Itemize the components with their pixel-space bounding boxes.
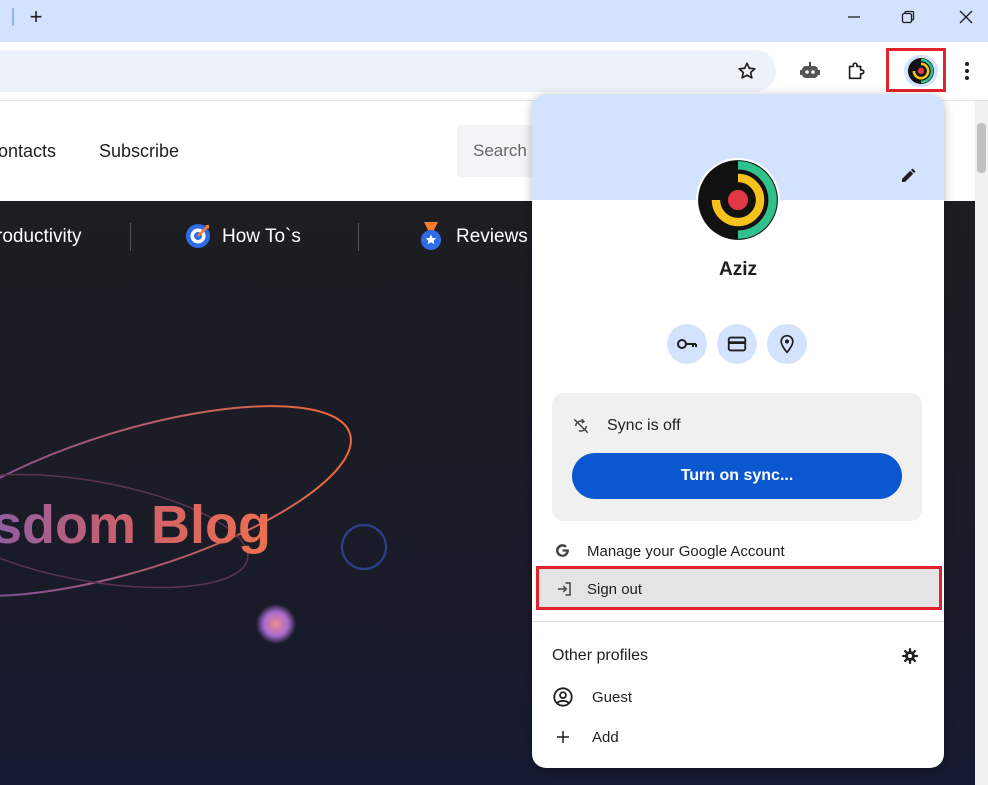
plus-icon — [557, 731, 569, 743]
profile-name: Aziz — [719, 259, 757, 280]
category-reviews-link[interactable]: Reviews — [456, 226, 528, 248]
hero-title: sdom Blog — [0, 494, 271, 556]
guest-profile-row[interactable]: Guest — [540, 680, 936, 714]
other-profiles-title: Other profiles — [552, 647, 649, 664]
category-productivity-link[interactable]: roductivity — [0, 226, 82, 248]
add-profile-row[interactable]: Add — [540, 720, 936, 754]
guest-label: Guest — [592, 689, 633, 706]
extension-robot-button[interactable] — [795, 56, 825, 86]
manage-account-row[interactable]: Manage your Google Account — [540, 534, 936, 568]
target-icon — [186, 224, 210, 248]
browser-toolbar — [0, 42, 988, 101]
manage-profiles-button[interactable] — [898, 644, 922, 668]
minimize-icon — [848, 16, 860, 18]
sign-out-label: Sign out — [587, 581, 643, 598]
edit-profile-button[interactable] — [896, 164, 920, 188]
category-divider — [358, 223, 359, 251]
turn-on-sync-button[interactable]: Turn on sync... — [572, 453, 902, 499]
medal-icon — [421, 222, 441, 250]
star-icon — [738, 62, 756, 79]
category-divider — [130, 223, 131, 251]
key-icon — [677, 339, 697, 349]
profile-avatar-large — [696, 158, 780, 242]
passwords-button[interactable] — [667, 324, 707, 364]
minimize-button[interactable] — [838, 4, 870, 30]
page-scrollbar[interactable] — [975, 101, 988, 785]
location-pin-icon — [780, 334, 794, 354]
tab-separator — [12, 8, 14, 26]
add-label: Add — [592, 729, 619, 746]
pencil-icon — [902, 168, 916, 182]
more-vert-icon — [965, 62, 969, 80]
payment-methods-button[interactable] — [717, 324, 757, 364]
extensions-button[interactable] — [841, 56, 871, 86]
category-howtos-link[interactable]: How To`s — [222, 226, 301, 248]
profile-menu-popup: Aziz Sync is off Turn on sync... Manage … — [532, 94, 944, 768]
extensions-icon — [848, 62, 865, 80]
search-placeholder: Search — [473, 141, 527, 160]
scrollbar-thumb[interactable] — [977, 123, 986, 173]
gear-icon — [902, 648, 918, 664]
browser-menu-button[interactable] — [952, 56, 982, 86]
tab-strip: + — [0, 0, 988, 42]
sync-off-icon — [573, 418, 589, 434]
bookmark-star-button[interactable] — [732, 56, 762, 86]
menu-divider — [532, 621, 944, 622]
restore-button[interactable] — [892, 4, 924, 30]
restore-icon — [901, 10, 915, 24]
sign-out-row[interactable]: Sign out — [536, 566, 942, 610]
sync-status-text: Sync is off — [607, 417, 681, 434]
sync-card: Sync is off Turn on sync... — [552, 393, 922, 521]
new-tab-button[interactable]: + — [24, 5, 48, 29]
nav-contacts-link[interactable]: ontacts — [0, 141, 56, 162]
profile-button-highlight — [886, 48, 946, 92]
robot-icon — [800, 62, 820, 78]
addresses-button[interactable] — [767, 324, 807, 364]
close-button[interactable] — [950, 4, 982, 30]
google-g-icon — [556, 544, 569, 557]
sign-out-icon — [558, 582, 571, 596]
manage-account-label: Manage your Google Account — [587, 543, 785, 560]
close-icon — [959, 10, 973, 24]
nav-subscribe-link[interactable]: Subscribe — [99, 141, 179, 162]
address-bar[interactable] — [0, 50, 776, 92]
guest-account-icon — [553, 687, 573, 707]
credit-card-icon — [727, 336, 747, 352]
